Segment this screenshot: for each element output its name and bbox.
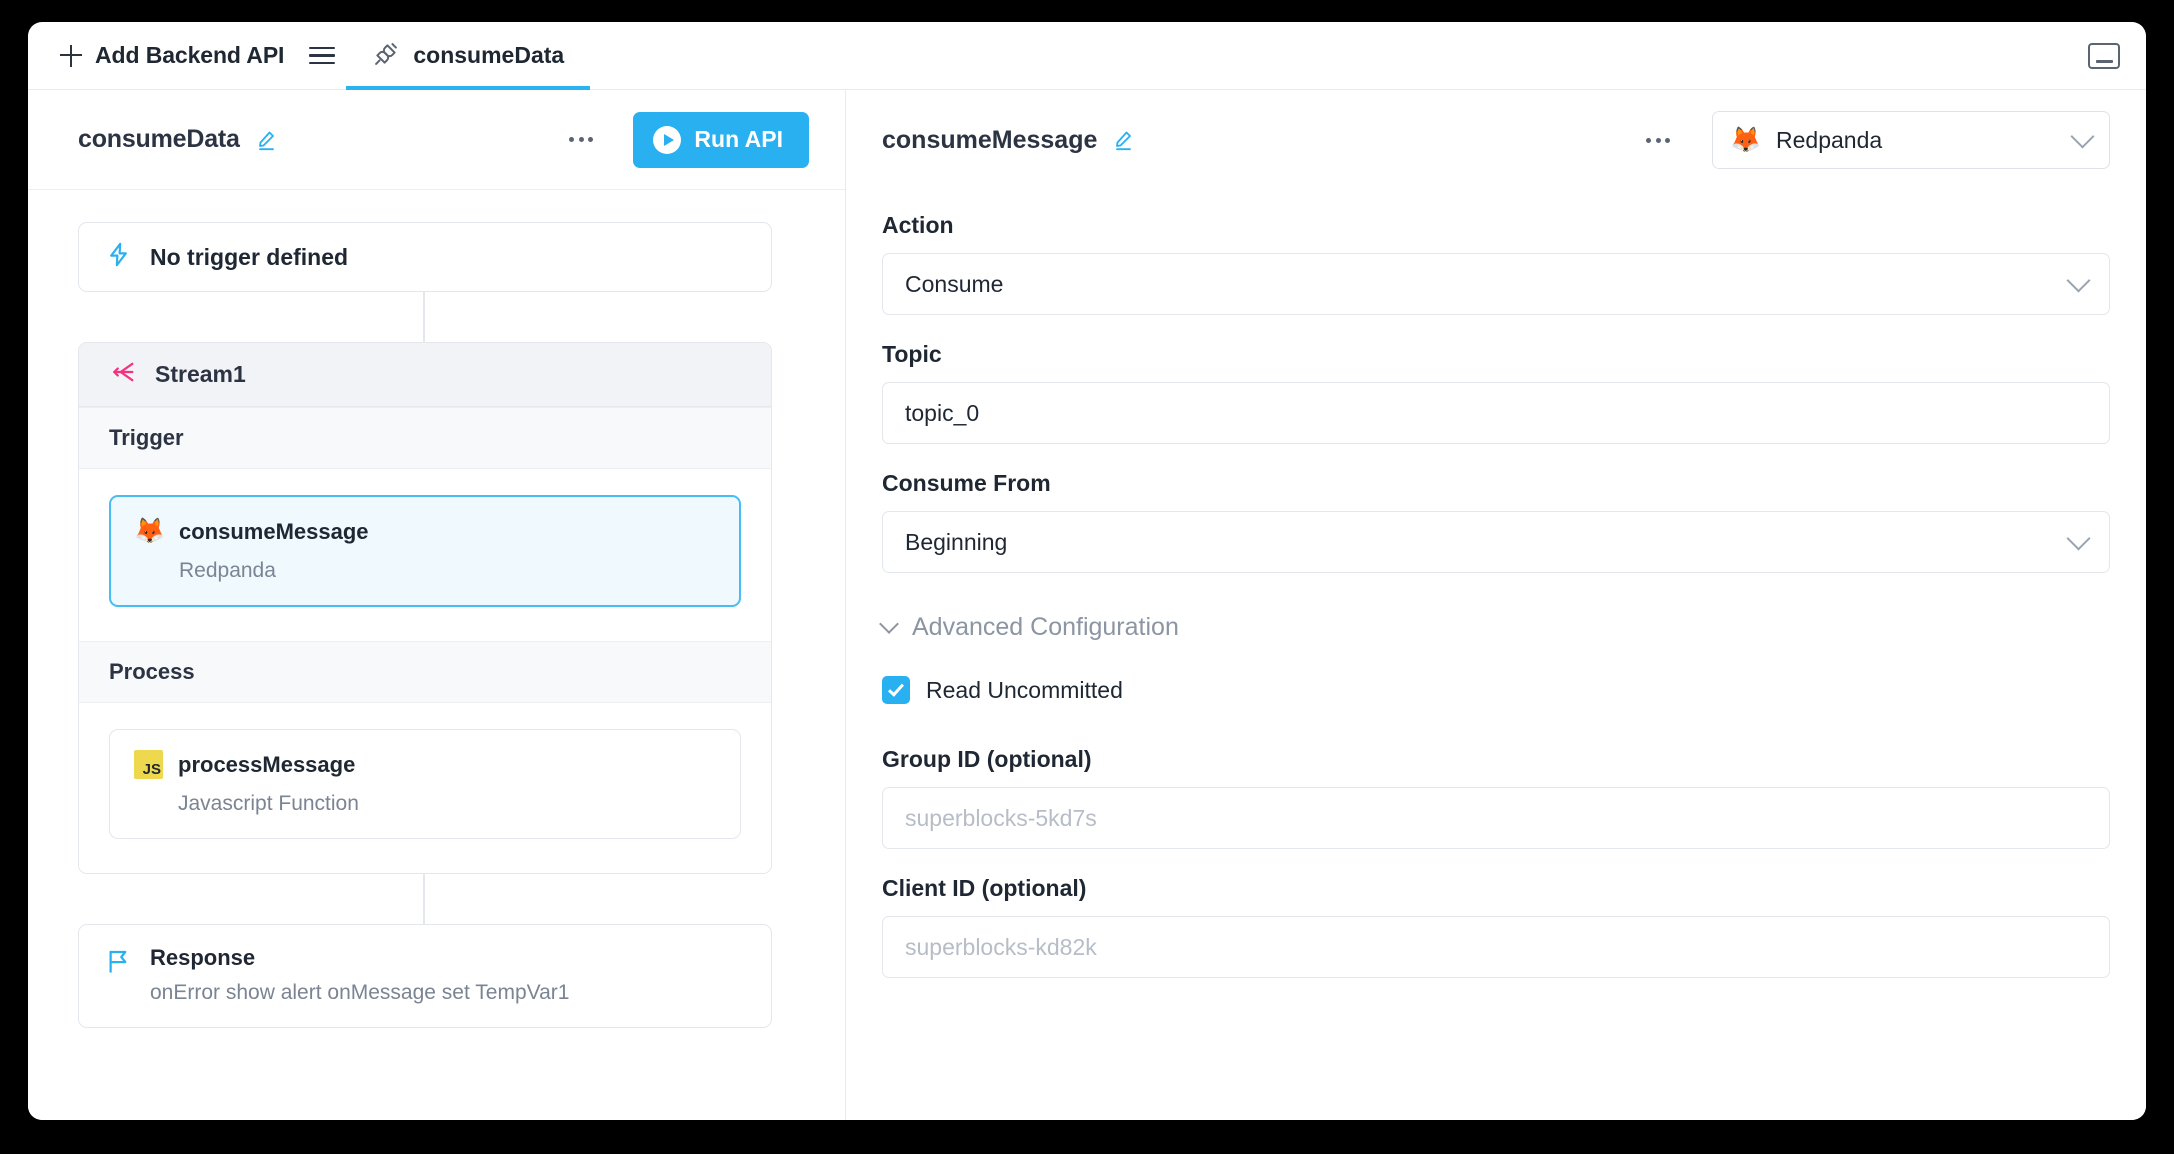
tab-bar: Add Backend API consumeData [28, 22, 2146, 90]
hamburger-menu-icon[interactable] [298, 22, 346, 89]
javascript-icon: JS [134, 750, 163, 779]
chevron-down-icon [2066, 268, 2091, 293]
flow-connector [78, 292, 772, 342]
trigger-block[interactable]: No trigger defined [78, 222, 772, 292]
add-backend-api-button[interactable]: Add Backend API [46, 22, 298, 89]
lightning-bolt-icon [105, 241, 132, 273]
checkbox-checked-icon [882, 676, 910, 704]
redpanda-icon: 🦊 [1729, 125, 1762, 154]
section-body-trigger: 🦊 consumeMessage Redpanda [79, 469, 771, 641]
pencil-edit-icon[interactable] [254, 128, 278, 152]
stream-name: Stream1 [155, 361, 246, 387]
right-panel-header: consumeMessage 🦊 Redpanda [846, 90, 2146, 190]
chevron-down-icon [2070, 124, 2095, 149]
flow-canvas: No trigger defined Stream1 Trigger 🦊 con… [28, 190, 845, 1120]
flow-connector [78, 874, 772, 924]
tab-consumeData[interactable]: consumeData [346, 22, 591, 90]
group-id-placeholder: superblocks-5kd7s [905, 804, 1097, 831]
run-api-button[interactable]: Run API [633, 111, 809, 168]
field-label-group-id: Group ID (optional) [882, 746, 1092, 772]
field-label-topic: Topic [882, 341, 942, 367]
client-id-placeholder: superblocks-kd82k [905, 933, 1097, 960]
consume-from-select[interactable]: Beginning [882, 511, 2110, 573]
read-uncommitted-label: Read Uncommitted [926, 676, 1123, 703]
more-options-icon[interactable] [559, 123, 603, 157]
page-title: consumeData [78, 125, 240, 153]
section-header-trigger: Trigger [79, 407, 771, 469]
integration-name: Redpanda [1776, 126, 1883, 153]
advanced-configuration-toggle[interactable]: Advanced Configuration [879, 613, 2110, 642]
client-id-input[interactable]: superblocks-kd82k [882, 916, 2110, 978]
field-label-action: Action [882, 212, 954, 238]
consume-from-value: Beginning [905, 528, 1008, 555]
integration-select[interactable]: 🦊 Redpanda [1712, 111, 2110, 169]
right-panel: consumeMessage 🦊 Redpanda Action Consume… [846, 90, 2146, 1120]
stream-group: Stream1 Trigger 🦊 consumeMessage Redpand… [78, 342, 772, 874]
response-subtitle: onError show alert onMessage set TempVar… [150, 981, 570, 1004]
redpanda-icon: 🦊 [133, 517, 166, 545]
field-group-id: Group ID (optional) superblocks-5kd7s [882, 746, 2110, 849]
group-id-input[interactable]: superblocks-5kd7s [882, 787, 2110, 849]
field-client-id: Client ID (optional) superblocks-kd82k [882, 875, 2110, 978]
section-header-process: Process [79, 641, 771, 703]
step-config-title: consumeMessage [882, 125, 1098, 154]
trigger-block-label: No trigger defined [150, 243, 349, 270]
flag-icon [105, 948, 132, 980]
plug-connector-icon [372, 40, 400, 71]
topic-value: topic_0 [905, 399, 980, 426]
run-api-label: Run API [694, 126, 783, 152]
chevron-down-icon [879, 614, 899, 634]
field-action: Action Consume [882, 212, 2110, 315]
field-consume-from: Consume From Beginning [882, 470, 2110, 573]
action-value: Consume [905, 270, 1004, 297]
field-topic: Topic topic_0 [882, 341, 2110, 444]
add-backend-api-label: Add Backend API [95, 42, 285, 68]
stream-branch-icon [109, 358, 137, 391]
minimize-panel-icon[interactable] [2088, 42, 2120, 69]
step-card-processMessage[interactable]: JS processMessage Javascript Function [109, 729, 741, 839]
step-subtitle: Javascript Function [178, 792, 359, 815]
body-split: consumeData Run API No trigger defined S… [28, 90, 2146, 1120]
topic-input[interactable]: topic_0 [882, 382, 2110, 444]
pencil-edit-icon[interactable] [1111, 128, 1135, 152]
step-subtitle: Redpanda [179, 559, 276, 582]
left-panel: consumeData Run API No trigger defined S… [28, 90, 846, 1120]
field-label-client-id: Client ID (optional) [882, 875, 1087, 901]
step-card-consumeMessage[interactable]: 🦊 consumeMessage Redpanda [109, 495, 741, 607]
section-label: Trigger [109, 425, 184, 450]
action-select[interactable]: Consume [882, 253, 2110, 315]
response-block[interactable]: Response onError show alert onMessage se… [78, 924, 772, 1028]
plus-icon [60, 44, 82, 67]
more-options-icon[interactable] [1636, 123, 1680, 157]
read-uncommitted-checkbox[interactable]: Read Uncommitted [882, 676, 2110, 704]
left-panel-header: consumeData Run API [28, 90, 845, 190]
advanced-configuration-label: Advanced Configuration [912, 613, 1179, 641]
chevron-down-icon [2066, 526, 2091, 551]
response-title: Response [150, 945, 256, 970]
field-label-consume-from: Consume From [882, 470, 1051, 496]
step-title: processMessage [178, 751, 356, 777]
play-icon [653, 125, 682, 154]
step-title: consumeMessage [179, 518, 369, 544]
stream-header[interactable]: Stream1 [79, 343, 771, 407]
section-body-process: JS processMessage Javascript Function [79, 703, 771, 873]
section-label: Process [109, 659, 195, 684]
config-form: Action Consume Topic topic_0 Consume Fro… [846, 190, 2146, 1120]
tab-label: consumeData [413, 42, 565, 68]
app-window: Add Backend API consumeData consumeData [28, 22, 2146, 1120]
